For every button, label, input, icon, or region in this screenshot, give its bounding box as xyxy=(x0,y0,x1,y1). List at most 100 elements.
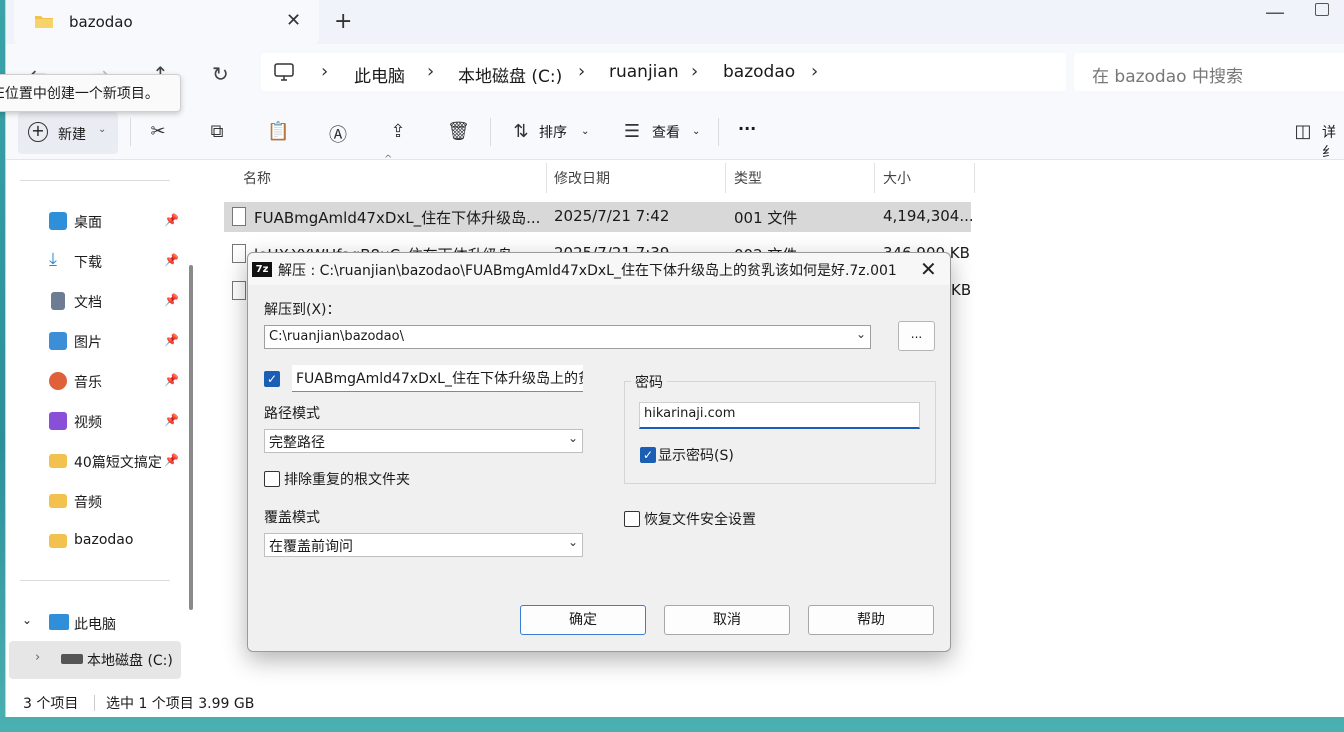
path-mode-select[interactable]: 完整路径 ⌄ xyxy=(264,429,583,453)
overwrite-mode-select[interactable]: 在覆盖前询问 ⌄ xyxy=(264,533,583,557)
close-icon[interactable]: ✕ xyxy=(920,257,937,281)
cut-icon[interactable]: ✂ xyxy=(147,121,169,143)
copy-icon[interactable]: ⧉ xyxy=(206,121,228,143)
subfolder-checkbox[interactable]: ✓ xyxy=(264,371,280,387)
minimize-icon[interactable]: — xyxy=(1265,0,1285,24)
file-icon xyxy=(232,244,246,263)
breadcrumb-local-disk[interactable]: 本地磁盘 (C:) xyxy=(458,62,562,87)
breadcrumb-separator-icon[interactable]: › xyxy=(811,61,818,82)
close-tab-icon[interactable]: ✕ xyxy=(286,10,301,31)
paste-icon[interactable]: 📋 xyxy=(267,121,289,143)
sidebar-scrollbar[interactable] xyxy=(189,265,193,610)
file-date: 2025/7/21 7:42 xyxy=(554,207,670,225)
sidebar-item-40-essays[interactable]: 40篇短文搞定 📌 xyxy=(6,443,186,479)
address-row: ← → ↑ ↻ › 此电脑 › 本地磁盘 (C:) › ruanjian › b… xyxy=(6,44,1344,102)
sort-up-icon: ^ xyxy=(384,154,393,165)
tab-title: bazodao xyxy=(69,13,133,31)
chevron-down-icon: ⌄ xyxy=(567,431,578,445)
file-type: 001 文件 xyxy=(734,209,798,227)
sidebar-item-videos[interactable]: 视频 📌 xyxy=(6,403,186,439)
file-row[interactable]: FUABmgAmld47xDxL_住在下体升级岛... 2025/7/21 7:… xyxy=(224,202,974,232)
column-size[interactable]: 大小 xyxy=(883,168,911,188)
document-icon xyxy=(51,292,65,310)
password-input[interactable]: hikarinaji.com xyxy=(639,402,920,429)
sidebar-item-desktop[interactable]: 桌面 📌 xyxy=(6,203,186,239)
video-icon xyxy=(49,412,67,430)
column-divider[interactable] xyxy=(974,163,975,193)
breadcrumb-bazodao[interactable]: bazodao xyxy=(723,62,795,82)
sidebar-item-music[interactable]: 音乐 📌 xyxy=(6,363,186,399)
divider xyxy=(490,118,491,146)
sidebar-item-downloads[interactable]: ⤓ 下载 📌 xyxy=(6,243,186,279)
divider xyxy=(130,118,131,146)
command-bar: + 新建 ⌄ ✂ ⧉ 📋 Ⓐ ⇪ 🗑 ⇅ 排序 ⌄ ☰ 查看 ⌄ ··· ◫ 详… xyxy=(6,102,1344,162)
sidebar-item-local-disk[interactable]: › 本地磁盘 (C:) xyxy=(9,641,181,679)
file-list-header: 名称 ^ 修改日期 类型 大小 xyxy=(224,154,984,194)
show-password-checkbox[interactable]: ✓ xyxy=(640,447,656,463)
refresh-icon[interactable]: ↻ xyxy=(212,62,229,86)
password-group: 密码 hikarinaji.com ✓ 显示密码(S) xyxy=(624,372,936,484)
exclude-root-label: 排除重复的根文件夹 xyxy=(284,472,410,488)
restore-security-checkbox[interactable] xyxy=(624,511,640,527)
extract-path-combobox[interactable]: C:\ruanjian\bazodao\ ⌄ xyxy=(264,325,871,349)
maximize-icon[interactable] xyxy=(1315,3,1329,16)
details-pane-icon[interactable]: ◫ xyxy=(1292,121,1314,143)
sidebar-item-bazodao[interactable]: bazodao xyxy=(6,523,186,559)
view-icon[interactable]: ☰ xyxy=(621,121,643,143)
new-tab-button[interactable]: + xyxy=(334,9,352,34)
view-button[interactable]: 查看 xyxy=(652,122,680,142)
rename-icon[interactable]: Ⓐ xyxy=(327,121,349,146)
help-button[interactable]: 帮助 xyxy=(808,605,934,635)
divider xyxy=(718,118,719,146)
sidebar-item-documents[interactable]: 文档 📌 xyxy=(6,283,186,319)
pin-icon: 📌 xyxy=(164,413,179,427)
chevron-down-icon[interactable]: ⌄ xyxy=(856,327,866,341)
exclude-root-checkbox[interactable] xyxy=(264,471,280,487)
more-options-icon[interactable]: ··· xyxy=(738,119,756,138)
column-date[interactable]: 修改日期 xyxy=(554,168,610,188)
column-divider[interactable] xyxy=(546,163,547,193)
new-button[interactable]: + 新建 ⌄ xyxy=(18,112,118,154)
desktop-icon xyxy=(49,212,67,230)
breadcrumb-separator-icon: › xyxy=(427,61,435,82)
cancel-button[interactable]: 取消 xyxy=(664,605,790,635)
file-icon xyxy=(232,281,246,300)
file-name: FUABmgAmld47xDxL_住在下体升级岛... xyxy=(254,209,541,227)
column-name[interactable]: 名称 xyxy=(243,168,271,188)
download-icon: ⤓ xyxy=(49,249,57,270)
ok-button[interactable]: 确定 xyxy=(520,605,646,635)
sidebar-item-pictures[interactable]: 图片 📌 xyxy=(6,323,186,359)
sidebar-item-this-pc[interactable]: ⌄ 此电脑 xyxy=(6,605,186,641)
overwrite-mode-value: 在覆盖前询问 xyxy=(269,539,353,555)
breadcrumb-ruanjian[interactable]: ruanjian xyxy=(609,62,679,82)
file-size: KB xyxy=(951,281,972,299)
overwrite-mode-label: 覆盖模式 xyxy=(264,510,320,526)
sort-button[interactable]: 排序 xyxy=(539,122,567,142)
share-icon[interactable]: ⇪ xyxy=(387,121,409,143)
chevron-down-icon[interactable]: ⌄ xyxy=(22,613,32,627)
chevron-down-icon: ⌄ xyxy=(98,124,107,135)
browse-button[interactable]: ... xyxy=(898,321,935,351)
delete-icon[interactable]: 🗑 xyxy=(447,121,470,143)
search-placeholder: 在 bazodao 中搜索 xyxy=(1092,67,1243,87)
sidebar-item-audio[interactable]: 音频 xyxy=(6,483,186,519)
address-bar[interactable]: › 此电脑 › 本地磁盘 (C:) › ruanjian › bazodao › xyxy=(261,53,1066,91)
sort-icon[interactable]: ⇅ xyxy=(510,121,532,143)
details-button[interactable]: 详纟 xyxy=(1322,122,1344,162)
computer-icon xyxy=(49,614,69,630)
search-input[interactable]: 在 bazodao 中搜索 xyxy=(1074,53,1344,91)
chevron-down-icon: ⌄ xyxy=(581,126,590,137)
subfolder-name-input[interactable]: FUABmgAmld47xDxL_住在下体升级岛上的贫 xyxy=(292,365,583,392)
new-item-tooltip: E位置中创建一个新项目。 xyxy=(0,74,181,112)
column-divider[interactable] xyxy=(725,163,726,193)
pin-icon: 📌 xyxy=(164,453,179,467)
column-type[interactable]: 类型 xyxy=(734,168,762,188)
divider xyxy=(94,695,95,711)
7zip-app-icon: 7z xyxy=(252,262,272,277)
column-divider[interactable] xyxy=(874,163,875,193)
chevron-right-icon[interactable]: › xyxy=(35,650,40,665)
sidebar-item-label: 视频 xyxy=(74,415,102,431)
divider xyxy=(20,180,170,181)
breadcrumb-this-pc[interactable]: 此电脑 xyxy=(354,62,405,87)
tab-bazodao[interactable]: bazodao ✕ xyxy=(14,0,319,44)
